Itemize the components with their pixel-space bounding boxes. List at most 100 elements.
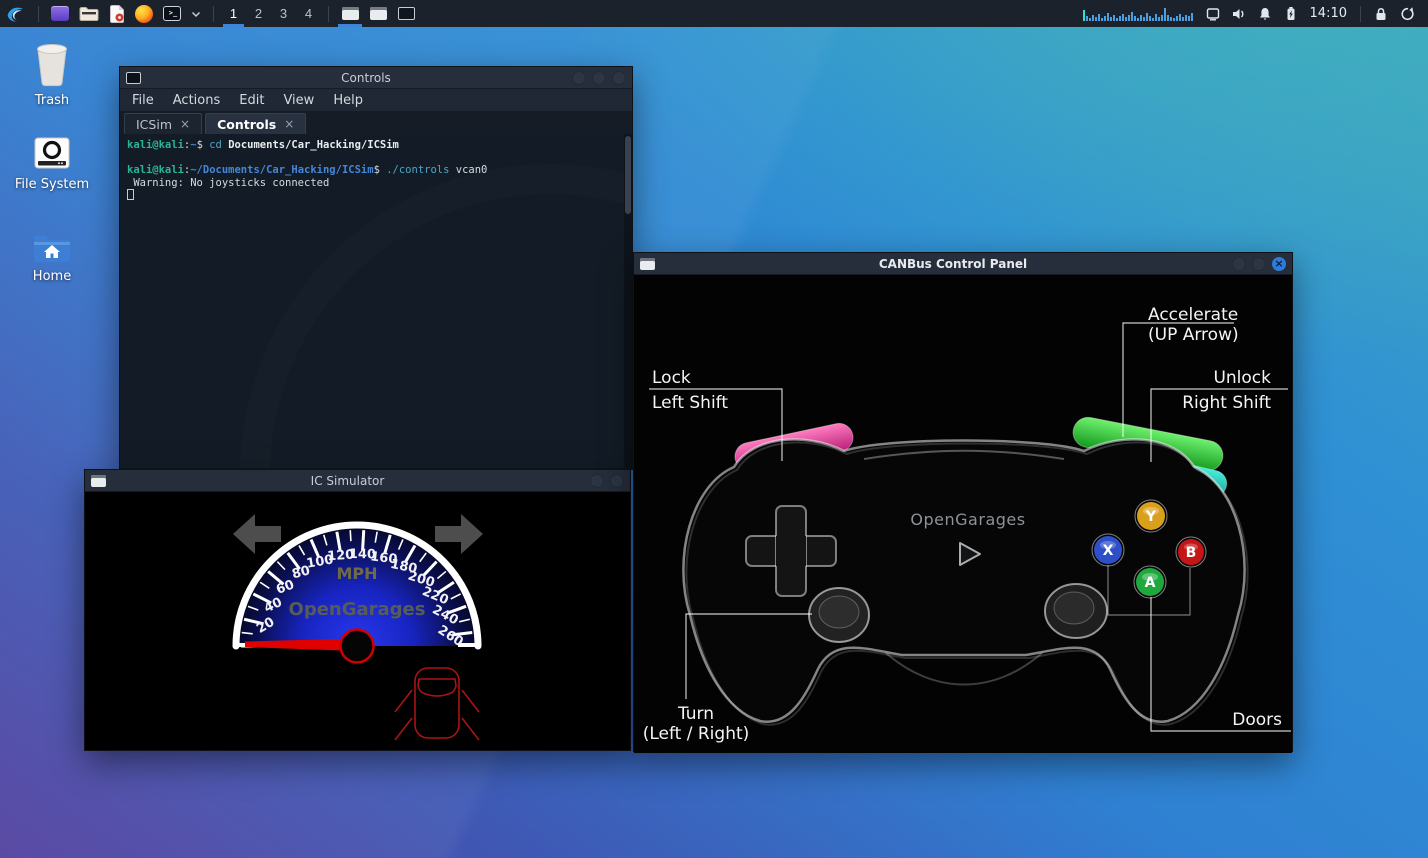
gauge-unit-label: MPH xyxy=(336,564,377,583)
document-glyph xyxy=(109,5,125,23)
desktop-icon-label: Trash xyxy=(35,93,69,108)
workspace-switcher: 1 2 3 4 xyxy=(221,0,321,27)
brand-label: OpenGarages xyxy=(910,510,1025,529)
window-button[interactable] xyxy=(364,0,392,27)
canbus-window-icon xyxy=(640,258,655,270)
panel-separator xyxy=(213,6,214,22)
chevron-down-icon[interactable] xyxy=(186,0,206,27)
terminal-glyph: >_ xyxy=(163,6,181,21)
display-icon[interactable] xyxy=(1200,0,1226,27)
menu-view[interactable]: View xyxy=(283,93,314,108)
terminal-tabbar: ICSim × Controls × xyxy=(120,111,632,134)
left-analog-stick xyxy=(809,588,869,642)
label-doors: Doors xyxy=(1232,710,1282,730)
power-icon[interactable] xyxy=(1394,0,1420,27)
maximize-button[interactable] xyxy=(1252,257,1266,271)
tab-label: ICSim xyxy=(136,117,172,132)
document-icon[interactable] xyxy=(104,0,130,27)
workspace-1[interactable]: 1 xyxy=(221,0,246,27)
workspace-2[interactable]: 2 xyxy=(246,0,271,27)
car-doors-indicator xyxy=(395,668,479,740)
terminal-window-title: Controls xyxy=(160,71,572,85)
workspace-4[interactable]: 4 xyxy=(296,0,321,27)
terminal-lines: kali@kali:~$ cd Documents/Car_Hacking/IC… xyxy=(127,139,618,202)
drive-icon xyxy=(32,136,72,172)
tab-close-icon[interactable]: × xyxy=(180,117,190,131)
speedometer: 20406080100120140160180200220240260 MPH … xyxy=(85,492,630,750)
close-button[interactable] xyxy=(612,71,626,85)
terminal-titlebar[interactable]: Controls xyxy=(120,67,632,89)
bell-icon[interactable] xyxy=(1252,0,1278,27)
terminal-scrollbar[interactable] xyxy=(624,134,632,468)
terminal-window: Controls File Actions Edit View Help ICS… xyxy=(119,66,633,470)
minimize-button[interactable] xyxy=(1232,257,1246,271)
close-button[interactable]: × xyxy=(1272,257,1286,271)
label-turn: Turn xyxy=(677,704,714,724)
volume-icon[interactable] xyxy=(1226,0,1252,27)
scrollbar-thumb[interactable] xyxy=(625,136,631,214)
terminal-window-icon xyxy=(126,72,141,84)
minimize-button[interactable] xyxy=(590,474,604,488)
ic-simulator-titlebar[interactable]: IC Simulator xyxy=(85,470,630,492)
tab-close-icon[interactable]: × xyxy=(284,117,294,131)
gauge-brand-label: OpenGarages xyxy=(289,599,426,620)
ic-simulator-title: IC Simulator xyxy=(125,474,570,488)
window-glyph xyxy=(342,7,359,20)
right-arrow-icon xyxy=(435,514,483,554)
minimize-button[interactable] xyxy=(572,71,586,85)
tab-controls[interactable]: Controls × xyxy=(205,113,306,134)
menu-file[interactable]: File xyxy=(132,93,154,108)
button-b-label: B xyxy=(1186,545,1197,561)
workspace-3[interactable]: 3 xyxy=(271,0,296,27)
canbus-title: CANBus Control Panel xyxy=(674,257,1232,271)
desktop-icon-label: File System xyxy=(15,177,89,192)
terminal-icon[interactable]: >_ xyxy=(158,0,186,27)
terminal-output[interactable]: kali@kali:~$ cd Documents/Car_Hacking/IC… xyxy=(120,134,632,468)
terminal-menubar: File Actions Edit View Help xyxy=(120,89,632,111)
terminal-window-glyph xyxy=(398,7,415,20)
desktop-icon-label: Home xyxy=(33,269,71,284)
canbus-titlebar[interactable]: CANBus Control Panel × xyxy=(634,253,1292,275)
right-analog-stick xyxy=(1045,584,1107,638)
menu-actions[interactable]: Actions xyxy=(173,93,221,108)
ic-simulator-window-icon xyxy=(91,475,106,487)
tab-label: Controls xyxy=(217,117,276,132)
window-glyph xyxy=(370,7,387,20)
firefox-glyph xyxy=(135,5,153,23)
kali-menu-icon[interactable] xyxy=(0,0,31,27)
purple-window-glyph xyxy=(51,6,69,21)
label-lock: Lock xyxy=(652,368,691,388)
label-unlock: Unlock xyxy=(1213,368,1271,388)
menu-help[interactable]: Help xyxy=(333,93,363,108)
left-arrow-icon xyxy=(233,514,281,554)
ic-simulator-window: IC Simulator 204060801001201401601 xyxy=(84,469,631,751)
button-a-label: A xyxy=(1145,575,1156,591)
label-accelerate-key: (UP Arrow) xyxy=(1148,325,1239,345)
button-x-label: X xyxy=(1103,543,1114,559)
panel-separator xyxy=(38,6,39,22)
controller-diagram: OpenGarages Y X B A xyxy=(634,275,1294,753)
desktop-icon-home[interactable]: Home xyxy=(7,232,97,284)
desktop-icon-file-system[interactable]: File System xyxy=(7,136,97,192)
folder-glyph xyxy=(79,6,99,22)
desktop-icon-trash[interactable]: Trash xyxy=(7,42,97,108)
maximize-button[interactable] xyxy=(592,71,606,85)
clock[interactable]: 14:10 xyxy=(1304,6,1353,21)
file-manager-icon[interactable] xyxy=(74,0,104,27)
close-button[interactable] xyxy=(610,474,624,488)
canbus-canvas: OpenGarages Y X B A xyxy=(634,275,1292,753)
menu-edit[interactable]: Edit xyxy=(239,93,264,108)
battery-icon[interactable] xyxy=(1278,0,1304,27)
button-y-label: Y xyxy=(1145,509,1157,525)
lock-icon[interactable] xyxy=(1368,0,1394,27)
cpu-graph[interactable] xyxy=(1078,0,1200,27)
desktop: { "taskbar": { "clock": "14:10", "worksp… xyxy=(0,0,1428,858)
window-button-active[interactable] xyxy=(336,0,364,27)
window-button-terminal[interactable] xyxy=(392,0,420,27)
kali-logo xyxy=(5,3,26,24)
taskbar: >_ 1 2 3 4 14:10 xyxy=(0,0,1428,27)
tab-icsim[interactable]: ICSim × xyxy=(124,113,202,134)
firefox-icon[interactable] xyxy=(130,0,158,27)
panel-separator xyxy=(328,6,329,22)
window-app-icon[interactable] xyxy=(46,0,74,27)
